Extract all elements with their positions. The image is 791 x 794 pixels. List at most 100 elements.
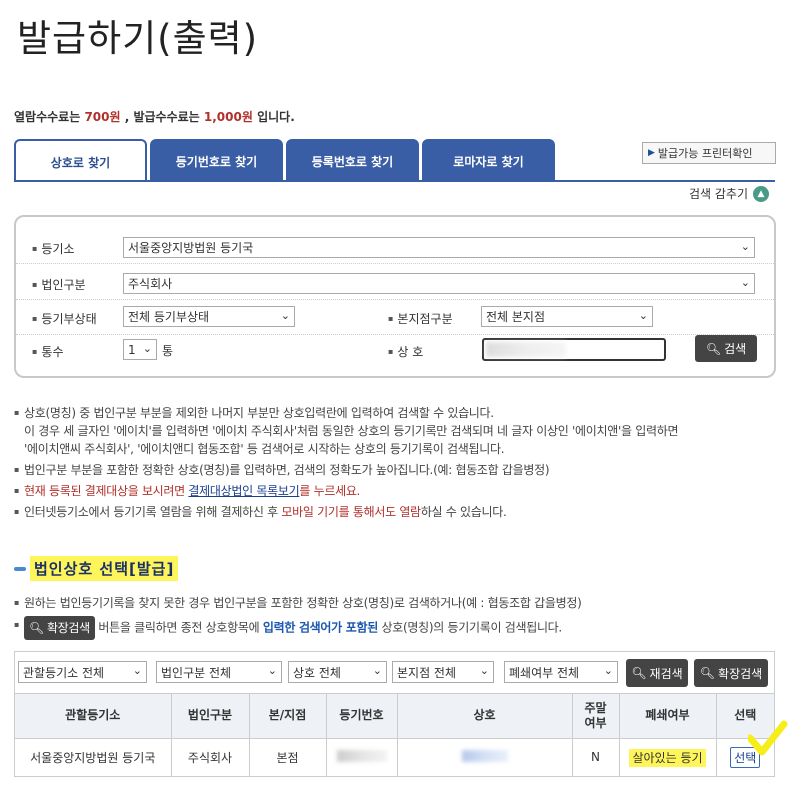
cell-branch: 본점 [249, 738, 327, 776]
note-text: 상호(명칭) 중 법인구분 부분을 제외한 나머지 부분만 상호입력란에 입력하… [24, 406, 494, 420]
extended-search-button[interactable]: 🔍︎ 확장검색 [694, 659, 768, 687]
company-name-input[interactable] [482, 338, 666, 361]
filter-closed-select[interactable]: 폐쇄여부 전체 ⌄ [504, 661, 618, 683]
search-form: 등기소 서울중앙지방법원 등기국 ⌄ 법인구분 주식회사 ⌄ 등기부상태 전체 … [14, 215, 776, 378]
count-select[interactable]: 1 ⌄ [123, 339, 157, 360]
col-header: 관할등기소 [15, 694, 172, 739]
chevron-down-icon: ⌄ [638, 309, 648, 322]
filter-registry-select[interactable]: 관할등기소 전체 ⌄ [18, 661, 147, 683]
tab-company-name[interactable]: 상호로 찾기 [14, 139, 147, 182]
chevron-down-icon: ⌄ [372, 664, 382, 677]
search-icon: 🔍︎ [29, 621, 44, 635]
chevron-down-icon: ⌄ [479, 664, 489, 677]
note-text: 현재 등록된 결제대상을 보시려면 [24, 484, 185, 498]
table-header-row: 관할등기소 법인구분 본/지점 등기번호 상호 주말 여부 폐쇄여부 선택 [15, 694, 774, 739]
redacted-text [336, 749, 387, 762]
tab-registration-number[interactable]: 등기번호로 찾기 [150, 139, 283, 181]
tab-underline [14, 180, 775, 182]
status-label: 등기부상태 [32, 310, 96, 327]
search-icon: 🔍︎ [699, 666, 716, 680]
payment-list-link[interactable]: 결제대상법인 목록보기 [188, 484, 299, 498]
result-table: 관할등기소 법인구분 본/지점 등기번호 상호 주말 여부 폐쇄여부 선택 서울중… [15, 694, 774, 776]
checkmark-annotation-icon [748, 720, 788, 756]
search-icon: 🔍︎ [705, 341, 722, 356]
section-title: 법인상호 선택[발급] [14, 556, 179, 581]
view-fee: 700원 [84, 110, 121, 124]
cell-closed: 살아있는 등기 [619, 738, 717, 776]
redacted-link[interactable] [461, 749, 508, 762]
tab-business-number[interactable]: 등록번호로 찾기 [286, 139, 419, 181]
tab-romanized[interactable]: 로마자로 찾기 [422, 139, 555, 181]
printer-check-label: 발급가능 프린터확인 [657, 147, 753, 160]
status-row: 등기부상태 전체 등기부상태 ⌄ 본지점구분 전체 본지점 ⌄ [16, 302, 774, 335]
note-text: 하실 수 있습니다. [420, 505, 507, 519]
research-label: 재검색 [649, 666, 683, 681]
corp-type-row: 법인구분 주식회사 ⌄ [16, 267, 774, 300]
registry-select[interactable]: 서울중앙지방법원 등기국 ⌄ [123, 237, 755, 258]
hide-search-toggle[interactable]: 검색 감추기 ▲ [689, 185, 770, 202]
cell-reg-number [326, 738, 398, 776]
result-help-notes: 원하는 법인등기기록을 찾지 못한 경우 법인구분을 포함한 정확한 상호(명칭… [14, 594, 784, 640]
search-tabs: 상호로 찾기 등기번호로 찾기 등록번호로 찾기 로마자로 찾기 [14, 139, 558, 182]
filter-registry-value: 관할등기소 전체 [23, 665, 105, 680]
registry-value: 서울중앙지방법원 등기국 [128, 241, 254, 255]
note-item: 원하는 법인등기기록을 찾지 못한 경우 법인구분을 포함한 정확한 상호(명칭… [14, 594, 784, 612]
registry-row: 등기소 서울중앙지방법원 등기국 ⌄ [16, 231, 774, 264]
col-header: 등기번호 [326, 694, 398, 739]
chevron-up-icon: ▲ [753, 185, 770, 202]
table-row: 서울중앙지방법원 등기국 주식회사 본점 N 살아있는 등기 선택 [15, 738, 774, 776]
filter-closed-value: 폐쇄여부 전체 [509, 665, 580, 680]
note-text: 상호(명칭)의 등기기록이 검색됩니다. [381, 620, 563, 635]
play-icon: ▶ [648, 148, 655, 158]
filter-branch-select[interactable]: 본지점 전체 ⌄ [392, 661, 494, 683]
filter-corp-type-select[interactable]: 법인구분 전체 ⌄ [156, 661, 282, 683]
issue-fee: 1,000원 [203, 110, 253, 124]
note-item: 🔍︎확장검색 버튼을 클릭하면 종전 상호항목에 입력한 검색어가 포함된 상호… [14, 616, 784, 640]
filter-branch-value: 본지점 전체 [397, 665, 457, 680]
status-badge: 살아있는 등기 [629, 748, 706, 767]
col-header: 폐쇄여부 [619, 694, 717, 739]
note-text: 를 누르세요. [299, 484, 361, 498]
corp-type-label: 법인구분 [32, 276, 85, 293]
status-select[interactable]: 전체 등기부상태 ⌄ [123, 306, 295, 327]
chevron-down-icon: ⌄ [267, 664, 277, 677]
col-header-line: 주말 [584, 700, 607, 715]
fee-prefix: 열람수수료는 [14, 110, 81, 124]
cell-company-name[interactable] [397, 738, 573, 776]
chevron-down-icon: ⌄ [603, 664, 613, 677]
branch-label: 본지점구분 [388, 310, 452, 327]
note-item: 법인구분 부분을 포함한 정확한 상호(명칭)를 입력하면, 검색의 정확도가 … [14, 461, 784, 479]
name-label: 상 호 [388, 343, 423, 360]
col-header-line: 여부 [584, 715, 607, 730]
filter-name-select[interactable]: 상호 전체 ⌄ [288, 661, 387, 683]
fee-suffix: 입니다. [257, 110, 295, 124]
result-filter-bar: 관할등기소 전체 ⌄ 법인구분 전체 ⌄ 상호 전체 ⌄ 본지점 전체 ⌄ 폐쇄여부 전… [15, 652, 774, 694]
printer-check-button[interactable]: ▶ 발급가능 프린터확인 [642, 142, 776, 164]
corp-type-value: 주식회사 [128, 277, 173, 291]
corp-type-select[interactable]: 주식회사 ⌄ [123, 273, 755, 294]
note-text: 입력한 검색어가 포함된 [262, 620, 379, 635]
inline-extended-search-button: 🔍︎확장검색 [24, 616, 95, 640]
redacted-text [486, 342, 566, 357]
search-button-label: 검색 [724, 342, 747, 356]
status-value: 전체 등기부상태 [128, 310, 210, 324]
cell-corp-type: 주식회사 [171, 738, 250, 776]
note-item: 상호(명칭) 중 법인구분 부분을 제외한 나머지 부분만 상호입력란에 입력하… [14, 404, 784, 458]
filter-name-value: 상호 전체 [293, 665, 341, 680]
cell-weekend: N [572, 738, 620, 776]
count-unit: 통 [162, 344, 174, 358]
col-header: 주말 여부 [572, 694, 620, 739]
branch-select[interactable]: 전체 본지점 ⌄ [481, 306, 653, 327]
registry-label: 등기소 [32, 240, 74, 257]
note-text: '에이치앤씨 주식회사', '에이치앤디 협동조합' 등 검색어로 시작하는 상… [24, 442, 505, 456]
note-text: 이 경우 세 글자인 '에이치'를 입력하면 '에이치 주식회사'처럼 동일한 … [24, 424, 679, 438]
search-icon: 🔍︎ [631, 666, 647, 680]
chevron-down-icon: ⌄ [132, 664, 142, 677]
search-button[interactable]: 🔍︎ 검색 [695, 335, 757, 362]
col-header: 법인구분 [171, 694, 250, 739]
research-button[interactable]: 🔍︎ 재검색 [626, 659, 688, 687]
note-text: 인터넷등기소에서 등기기록 열람을 위해 결제하신 후 [24, 505, 278, 519]
chevron-down-icon: ⌄ [740, 276, 750, 289]
page-title: 발급하기(출력) [17, 17, 259, 60]
note-item: 현재 등록된 결제대상을 보시려면 결제대상법인 목록보기를 누르세요. [14, 482, 784, 500]
